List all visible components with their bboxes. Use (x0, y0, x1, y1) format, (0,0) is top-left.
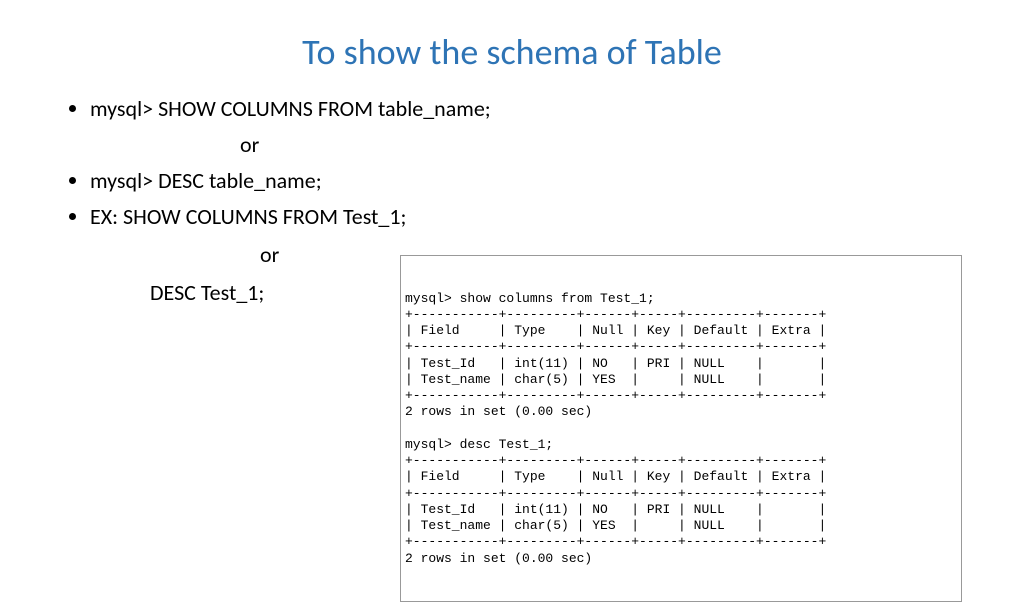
bullet-1: mysql> SHOW COLUMNS FROM table_name; (90, 92, 964, 126)
slide-container: To show the schema of Table mysql> SHOW … (0, 0, 1024, 333)
terminal-output: mysql> show columns from Test_1; +------… (400, 255, 962, 602)
bullet-3: EX: SHOW COLUMNS FROM Test_1; (90, 200, 964, 234)
or-text-1: or (90, 128, 964, 162)
bullet-2: mysql> DESC table_name; (90, 164, 964, 198)
terminal-text: mysql> show columns from Test_1; +------… (401, 289, 961, 569)
slide-title: To show the schema of Table (60, 30, 964, 74)
